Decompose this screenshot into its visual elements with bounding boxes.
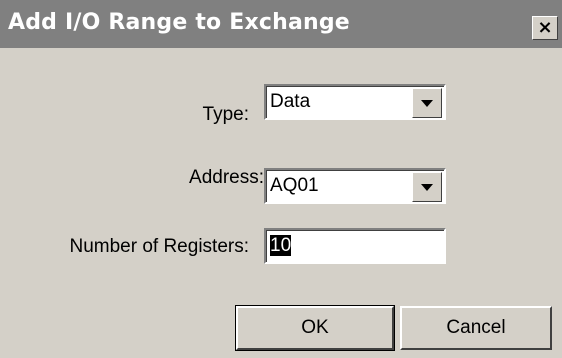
type-label: Type: (202, 104, 249, 125)
window-title: Add I/O Range to Exchange (8, 10, 350, 35)
title-bar[interactable]: Add I/O Range to Exchange × (0, 0, 562, 48)
chevron-down-icon (421, 99, 433, 107)
address-dropdown[interactable]: AQ01 (264, 168, 446, 204)
ok-button-label: OK (301, 317, 329, 338)
address-dropdown-button[interactable] (412, 172, 442, 202)
registers-selected-text: 10 (270, 235, 292, 256)
cancel-button-label: Cancel (446, 317, 506, 338)
type-dropdown-value: Data (270, 91, 311, 112)
ok-button[interactable]: OK (235, 305, 395, 351)
type-dropdown-button[interactable] (412, 88, 442, 118)
registers-label: Number of Registers: (69, 236, 249, 257)
address-dropdown-value: AQ01 (270, 175, 319, 196)
type-dropdown[interactable]: Data (264, 84, 446, 120)
add-io-range-dialog: Add I/O Range to Exchange × Type: Data A… (0, 0, 562, 358)
registers-input-value: 10 (270, 235, 292, 257)
address-label: Address: (189, 167, 264, 188)
cancel-button[interactable]: Cancel (400, 306, 552, 350)
chevron-down-icon (421, 183, 433, 191)
registers-input[interactable]: 10 (264, 228, 446, 264)
close-icon: × (537, 17, 553, 38)
close-button[interactable]: × (532, 16, 558, 40)
